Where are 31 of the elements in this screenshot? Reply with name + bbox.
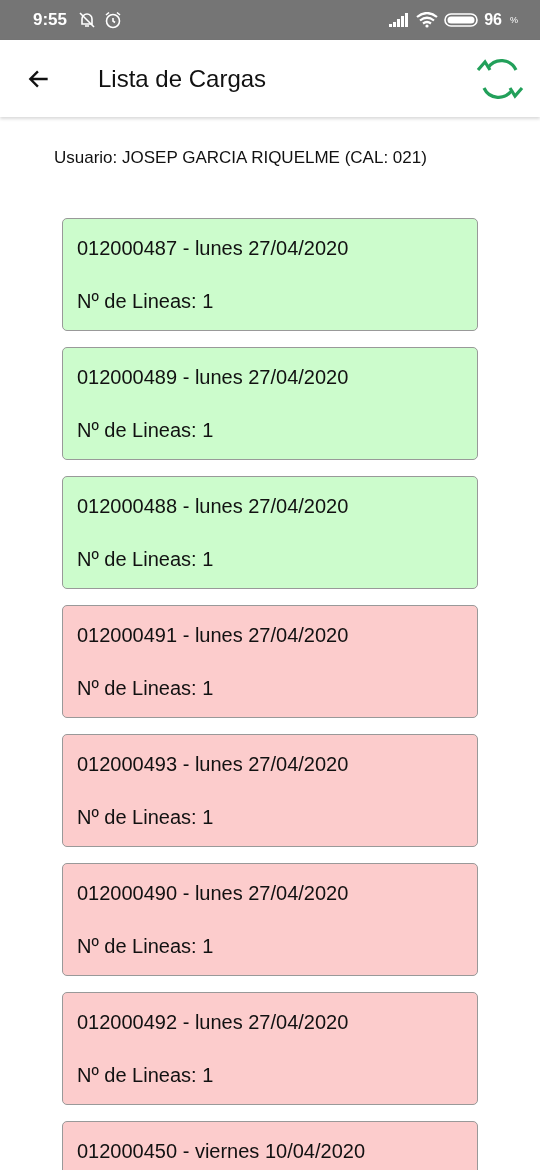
signal-icon (388, 12, 411, 28)
load-title: 012000493 - lunes 27/04/2020 (77, 752, 349, 777)
load-title: 012000491 - lunes 27/04/2020 (77, 623, 349, 648)
load-title: 012000487 - lunes 27/04/2020 (77, 236, 349, 261)
line-count: Nº de Lineas: 1 (77, 418, 214, 443)
battery-percent: 96 (484, 11, 502, 29)
load-card[interactable]: 012000491 - lunes 27/04/2020 Nº de Lineas: 1 (62, 605, 478, 718)
wifi-icon (416, 12, 439, 28)
battery-icon (444, 12, 479, 28)
load-card[interactable]: 012000490 - lunes 27/04/2020 Nº de Lineas: 1 (62, 863, 478, 976)
load-title: 012000492 - lunes 27/04/2020 (77, 1010, 349, 1035)
line-count: Nº de Lineas: 1 (77, 547, 214, 572)
load-card[interactable]: 012000450 - viernes 10/04/2020 (62, 1121, 478, 1170)
load-title: 012000489 - lunes 27/04/2020 (77, 365, 349, 390)
clock-time: 9:55 (33, 10, 68, 30)
load-card[interactable]: 012000493 - lunes 27/04/2020 Nº de Lineas: 1 (62, 734, 478, 847)
load-card[interactable]: 012000489 - lunes 27/04/2020 Nº de Lineas: 1 (62, 347, 478, 460)
line-count: Nº de Lineas: 1 (77, 676, 214, 701)
load-card[interactable]: 012000487 - lunes 27/04/2020 Nº de Lineas: 1 (62, 218, 478, 331)
percent-sign: % (510, 15, 518, 25)
load-title: 012000450 - viernes 10/04/2020 (77, 1139, 365, 1164)
load-card[interactable]: 012000488 - lunes 27/04/2020 Nº de Lineas: 1 (62, 476, 478, 589)
load-title: 012000490 - lunes 27/04/2020 (77, 881, 349, 906)
user-info: Usuario: JOSEP GARCIA RIQUELME (CAL: 021) (54, 148, 428, 168)
line-count: Nº de Lineas: 1 (77, 805, 214, 830)
line-count: Nº de Lineas: 1 (77, 289, 214, 314)
line-count: Nº de Lineas: 1 (77, 1063, 214, 1088)
load-card[interactable]: 012000492 - lunes 27/04/2020 Nº de Lineas: 1 (62, 992, 478, 1105)
screen-title: Lista de Cargas (98, 64, 267, 93)
line-count: Nº de Lineas: 1 (77, 934, 214, 959)
load-title: 012000488 - lunes 27/04/2020 (77, 494, 349, 519)
